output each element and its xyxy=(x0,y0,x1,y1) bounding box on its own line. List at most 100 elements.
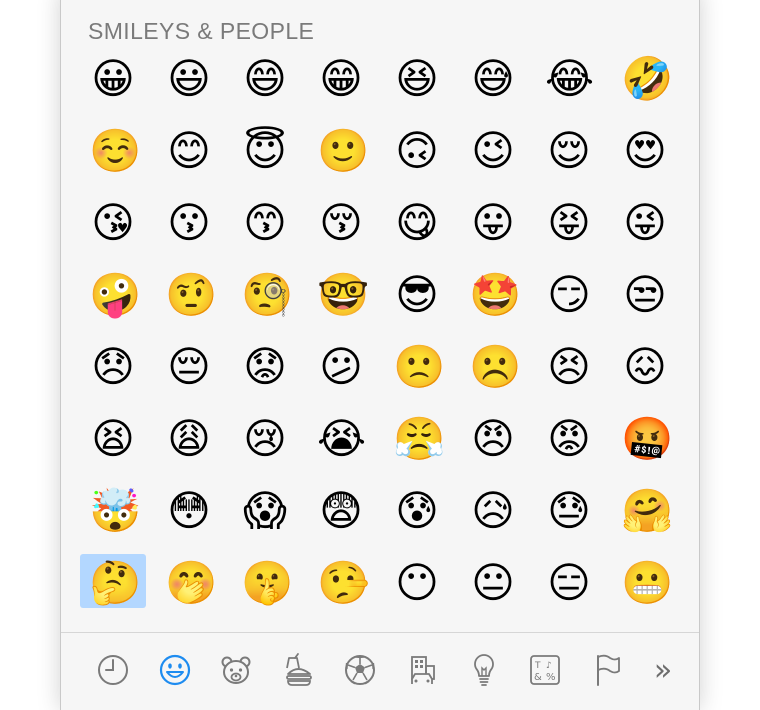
category-food-drink[interactable] xyxy=(267,646,329,694)
emoji-cell[interactable]: 😥 xyxy=(456,480,532,552)
emoji-cell[interactable]: 😫 xyxy=(76,408,152,480)
emoji-cell[interactable]: 🤔 xyxy=(76,552,152,624)
emoji-cell[interactable]: 😕 xyxy=(304,336,380,408)
emoji-cell[interactable]: 😅 xyxy=(456,48,532,120)
emoji-glyph: 😣 xyxy=(547,342,591,391)
emoji-cell[interactable]: 😰 xyxy=(380,480,456,552)
emoji-glyph: 😚 xyxy=(319,198,363,247)
emoji-cell[interactable]: 😂 xyxy=(532,48,608,120)
emoji-glyph: 😬 xyxy=(621,558,674,607)
burger-icon xyxy=(286,653,313,686)
emoji-cell[interactable]: ☹️ xyxy=(456,336,532,408)
svg-text:&: & xyxy=(534,672,542,683)
emoji-cell[interactable]: 😀 xyxy=(76,48,152,120)
emoji-cell[interactable]: 😳 xyxy=(152,480,228,552)
svg-text:%: % xyxy=(546,672,556,683)
emoji-cell[interactable]: 🤗 xyxy=(608,480,684,552)
emoji-glyph: 😛 xyxy=(471,198,515,247)
emoji-cell[interactable]: 😢 xyxy=(228,408,304,480)
emoji-cell[interactable]: ☺️ xyxy=(76,120,152,192)
emoji-cell[interactable]: 😩 xyxy=(152,408,228,480)
emoji-cell[interactable]: 😠 xyxy=(456,408,532,480)
more-categories-button[interactable]: » xyxy=(638,646,688,694)
emoji-cell[interactable]: 🤪 xyxy=(76,264,152,336)
emoji-cell[interactable]: 🤩 xyxy=(456,264,532,336)
emoji-cell[interactable]: 🤯 xyxy=(76,480,152,552)
emoji-cell[interactable]: 😭 xyxy=(304,408,380,480)
emoji-glyph: 😎 xyxy=(395,270,439,319)
emoji-cell[interactable]: 😄 xyxy=(228,48,304,120)
emoji-cell[interactable]: 🤨 xyxy=(152,264,228,336)
emoji-cell[interactable]: 😃 xyxy=(152,48,228,120)
emoji-cell[interactable]: 😐 xyxy=(456,552,532,624)
emoji-cell[interactable]: 😓 xyxy=(532,480,608,552)
clock-icon xyxy=(97,655,128,685)
emoji-cell[interactable]: 😒 xyxy=(608,264,684,336)
category-flags[interactable] xyxy=(576,646,638,694)
category-activity[interactable] xyxy=(329,646,391,694)
emoji-cell[interactable]: 🤣 xyxy=(608,48,684,120)
emoji-cell[interactable]: 😨 xyxy=(304,480,380,552)
category-symbols[interactable]: T ♪ & % xyxy=(515,646,577,694)
category-smileys-people[interactable] xyxy=(144,646,206,694)
emoji-cell[interactable]: 😌 xyxy=(532,120,608,192)
emoji-cell[interactable]: 😉 xyxy=(456,120,532,192)
emoji-cell[interactable]: 😁 xyxy=(304,48,380,120)
emoji-cell[interactable]: 😆 xyxy=(380,48,456,120)
emoji-glyph: 😰 xyxy=(395,486,439,535)
emoji-glyph: 😆 xyxy=(395,54,439,103)
emoji-cell[interactable]: 😍 xyxy=(608,120,684,192)
emoji-glyph: 😩 xyxy=(167,414,211,463)
emoji-glyph: 😋 xyxy=(395,198,439,247)
emoji-cell[interactable]: 😖 xyxy=(608,336,684,408)
emoji-glyph: 🤣 xyxy=(621,54,674,103)
emoji-cell[interactable]: 😚 xyxy=(304,192,380,264)
emoji-glyph: 😄 xyxy=(243,54,287,103)
emoji-glyph: 😌 xyxy=(547,126,591,175)
emoji-cell[interactable]: 😑 xyxy=(532,552,608,624)
emoji-cell[interactable]: 😤 xyxy=(380,408,456,480)
emoji-cell[interactable]: 😞 xyxy=(76,336,152,408)
emoji-cell[interactable]: 🙃 xyxy=(380,120,456,192)
emoji-cell[interactable]: 😣 xyxy=(532,336,608,408)
category-objects[interactable] xyxy=(453,646,515,694)
emoji-cell[interactable]: 🤬 xyxy=(608,408,684,480)
category-animals-nature[interactable] xyxy=(206,646,268,694)
emoji-glyph: 😐 xyxy=(471,558,515,607)
emoji-glyph: ☺️ xyxy=(89,126,142,175)
emoji-cell[interactable]: 😬 xyxy=(608,552,684,624)
emoji-cell[interactable]: 🤫 xyxy=(228,552,304,624)
emoji-cell[interactable]: 😏 xyxy=(532,264,608,336)
emoji-cell[interactable]: 🧐 xyxy=(228,264,304,336)
emoji-cell[interactable]: 😗 xyxy=(152,192,228,264)
emoji-glyph: 😡 xyxy=(547,414,591,463)
category-recent[interactable] xyxy=(82,646,144,694)
emoji-cell[interactable]: 😔 xyxy=(152,336,228,408)
emoji-cell[interactable]: 🙂 xyxy=(304,120,380,192)
emoji-cell[interactable]: 😝 xyxy=(532,192,608,264)
emoji-cell[interactable]: 😱 xyxy=(228,480,304,552)
emoji-cell[interactable]: 😘 xyxy=(76,192,152,264)
emoji-glyph: 😊 xyxy=(167,126,211,175)
emoji-glyph: 😂 xyxy=(545,54,595,103)
emoji-cell[interactable]: 😎 xyxy=(380,264,456,336)
emoji-cell[interactable]: 😜 xyxy=(608,192,684,264)
emoji-cell[interactable]: 😙 xyxy=(228,192,304,264)
emoji-cell[interactable]: 😶 xyxy=(380,552,456,624)
emoji-cell[interactable]: 😛 xyxy=(456,192,532,264)
emoji-glyph: 😤 xyxy=(393,414,446,463)
emoji-glyph: 😥 xyxy=(471,486,515,535)
emoji-cell[interactable]: 😟 xyxy=(228,336,304,408)
emoji-cell[interactable]: 🤥 xyxy=(304,552,380,624)
emoji-cell[interactable]: 🤭 xyxy=(152,552,228,624)
category-travel-places[interactable] xyxy=(391,646,453,694)
emoji-glyph: 😳 xyxy=(167,486,211,535)
emoji-cell[interactable]: 😡 xyxy=(532,408,608,480)
emoji-cell[interactable]: 🤓 xyxy=(304,264,380,336)
emoji-cell[interactable]: 😇 xyxy=(228,120,304,192)
emoji-glyph: 😅 xyxy=(471,54,515,103)
emoji-cell[interactable]: 😊 xyxy=(152,120,228,192)
emoji-cell[interactable]: 😋 xyxy=(380,192,456,264)
emoji-cell[interactable]: 🙁 xyxy=(380,336,456,408)
emoji-glyph: 😠 xyxy=(471,414,515,463)
